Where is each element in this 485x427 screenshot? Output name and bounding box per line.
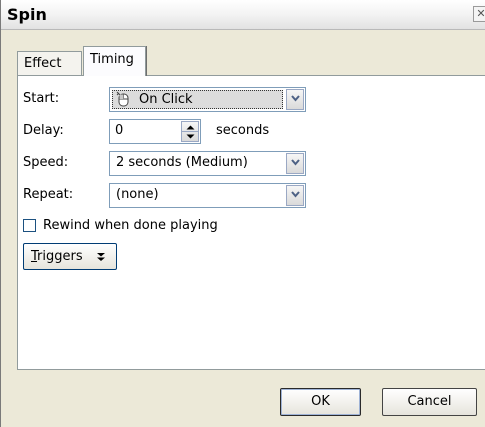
tab-timing-label: Timing — [90, 52, 134, 67]
speed-label: Speed: — [23, 155, 69, 170]
triggers-label: Triggers — [31, 249, 83, 264]
repeat-label: Repeat: — [23, 187, 74, 202]
speed-dropdown-button[interactable] — [286, 153, 304, 174]
spin-up-button[interactable] — [182, 122, 198, 132]
rewind-label[interactable]: Rewind when done playing — [43, 218, 218, 233]
delay-label: Delay: — [23, 123, 64, 138]
start-dropdown-button[interactable] — [286, 89, 304, 110]
spin-dialog: Spin ✕ Effect Timing Start: On Click Del… — [0, 0, 485, 427]
ok-button[interactable]: OK — [280, 388, 361, 416]
tab-effect[interactable]: Effect — [17, 51, 82, 75]
double-chevron-down-icon — [97, 253, 105, 261]
arrow-down-icon — [186, 134, 195, 138]
arrow-up-icon — [186, 125, 195, 130]
triggers-button[interactable]: Triggers — [23, 243, 117, 270]
chevron-down-icon — [291, 191, 300, 198]
close-icon[interactable]: ✕ — [473, 6, 485, 22]
start-label: Start: — [23, 91, 60, 106]
delay-spinbox[interactable]: 0 — [109, 119, 201, 144]
delay-spinner[interactable] — [181, 121, 199, 142]
start-value: On Click — [139, 92, 193, 107]
delay-unit-label: seconds — [216, 123, 270, 138]
start-dropdown[interactable]: On Click — [109, 87, 306, 112]
delay-value: 0 — [115, 123, 124, 138]
spin-down-button[interactable] — [182, 132, 198, 142]
tab-effect-label: Effect — [24, 56, 62, 71]
tab-timing[interactable]: Timing — [83, 46, 146, 76]
speed-dropdown[interactable]: 2 seconds (Medium) — [109, 151, 306, 176]
repeat-dropdown-button[interactable] — [286, 185, 304, 206]
dialog-title: Spin — [7, 5, 47, 24]
repeat-dropdown[interactable]: (none) — [109, 183, 306, 208]
rewind-checkbox[interactable] — [23, 219, 36, 232]
title-bar[interactable]: Spin ✕ — [1, 0, 485, 30]
chevron-down-icon — [291, 95, 300, 102]
start-selection-highlight — [112, 90, 283, 109]
cancel-button[interactable]: Cancel — [382, 388, 477, 416]
mouse-icon — [116, 91, 129, 107]
chevron-down-icon — [291, 159, 300, 166]
repeat-value: (none) — [116, 187, 159, 202]
speed-value: 2 seconds (Medium) — [116, 155, 248, 170]
